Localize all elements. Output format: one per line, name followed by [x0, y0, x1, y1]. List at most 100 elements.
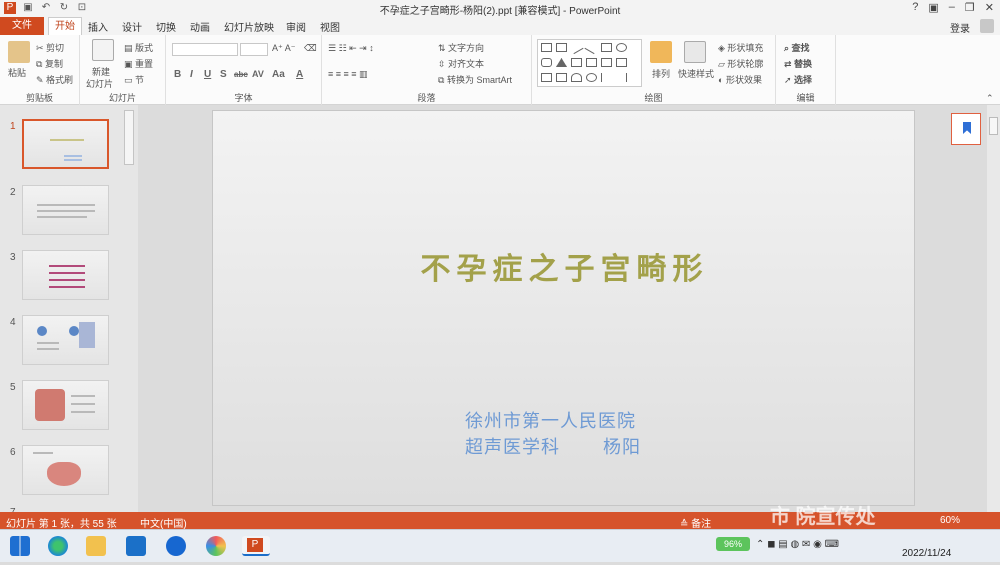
lightning-shape-icon[interactable]	[556, 73, 567, 82]
restore-button[interactable]: ❐	[965, 1, 975, 14]
shadow-button[interactable]: S	[220, 69, 227, 80]
slide-scrollbar-thumb[interactable]	[989, 117, 998, 135]
new-slide-icon[interactable]	[92, 39, 114, 61]
copy-button[interactable]: ⧉ 复制	[36, 57, 63, 70]
smartart-button[interactable]: ⧉ 转换为 SmartArt	[438, 73, 512, 86]
slide-scrollbar[interactable]	[987, 105, 1000, 512]
thumbnail-slide-6[interactable]: 6	[0, 445, 122, 505]
thumbnail-image[interactable]	[22, 380, 109, 430]
tab-view[interactable]: 视图	[320, 19, 340, 34]
arc-shape-icon[interactable]	[571, 73, 582, 82]
avatar[interactable]	[980, 19, 994, 33]
strikethrough-button[interactable]: abc	[234, 70, 248, 79]
help-button[interactable]: ?	[912, 1, 918, 14]
thumbnail-image[interactable]	[22, 445, 109, 495]
close-button[interactable]: ✕	[985, 1, 994, 14]
section-button[interactable]: ▭ 节	[124, 73, 144, 86]
tab-home[interactable]: 开始	[48, 17, 82, 35]
rectangle-shape-icon[interactable]	[601, 43, 612, 52]
right-arrow-shape-icon[interactable]	[601, 58, 612, 67]
mail-icon[interactable]	[126, 536, 146, 556]
underline-button[interactable]: U	[204, 69, 211, 80]
paste-button[interactable]: 粘贴	[8, 66, 26, 79]
triangle-shape-icon[interactable]	[556, 58, 567, 67]
arrange-icon[interactable]	[650, 41, 672, 63]
minimize-button[interactable]: –	[949, 1, 955, 14]
thumbnail-image[interactable]	[22, 185, 109, 235]
thumbnail-slide-4[interactable]: 4	[0, 315, 122, 375]
align-buttons[interactable]: ≡ ≡ ≡ ≡ ▥	[328, 69, 368, 80]
shape-outline-button[interactable]: ▱ 形状轮廓	[718, 57, 763, 70]
powerpoint-taskbar-icon[interactable]: P	[242, 536, 270, 556]
file-explorer-icon[interactable]	[86, 536, 106, 556]
tab-file[interactable]: 文件	[0, 17, 44, 35]
format-painter-button[interactable]: ✎ 格式刷	[36, 73, 73, 86]
font-size-field[interactable]	[240, 43, 268, 56]
cut-button[interactable]: ✂ 剪切	[36, 41, 64, 54]
replace-button[interactable]: ⇄ 替换	[784, 57, 812, 70]
quick-styles-icon[interactable]	[684, 41, 706, 63]
align-text-button[interactable]: ⇳ 对齐文本	[438, 57, 484, 70]
language-status[interactable]: 中文(中国)	[140, 515, 187, 530]
new-slide-button-label[interactable]: 幻灯片	[86, 77, 113, 90]
brace-shape-icon[interactable]	[601, 73, 612, 82]
start-button-icon[interactable]	[10, 536, 30, 556]
edge-browser-icon[interactable]	[48, 536, 68, 556]
photos-icon[interactable]	[206, 536, 226, 556]
thumbnail-slide-1[interactable]: 1	[0, 119, 122, 179]
thumbnail-scrollbar[interactable]	[122, 106, 136, 510]
change-case-button[interactable]: Aa	[272, 69, 285, 80]
connector-shape-icon[interactable]	[571, 58, 582, 67]
bullets-button[interactable]: ☰ ☷ ⇤ ⇥ ↕	[328, 43, 374, 54]
bookmark-button[interactable]	[951, 113, 981, 145]
tab-slideshow[interactable]: 幻灯片放映	[224, 19, 274, 34]
font-color-button[interactable]: A	[296, 69, 303, 80]
thumbnail-scrollbar-thumb[interactable]	[124, 110, 134, 165]
grow-font-button[interactable]: A⁺ A⁻	[272, 43, 296, 54]
arrow-shape-icon[interactable]	[584, 40, 599, 55]
thumbnail-image[interactable]	[22, 315, 109, 365]
oval-shape-icon[interactable]	[616, 43, 627, 52]
app-l-icon[interactable]	[166, 536, 186, 556]
down-arrow-shape-icon[interactable]	[616, 58, 627, 67]
shape-effects-button[interactable]: ◐ 形状效果	[718, 73, 762, 86]
clear-format-button[interactable]: ⌫	[304, 43, 317, 54]
tab-insert[interactable]: 插入	[88, 19, 108, 34]
slide-subtitle-hospital[interactable]: 徐州市第一人民医院	[465, 407, 636, 433]
tab-transitions[interactable]: 切换	[156, 19, 176, 34]
find-button[interactable]: ⌕ 查找	[784, 41, 810, 54]
tray-icons[interactable]: ⌃ ◼ ▤ ◍ ✉ ◉ ⌨	[756, 539, 839, 550]
vertical-textbox-shape-icon[interactable]	[556, 43, 567, 52]
right-brace-shape-icon[interactable]	[616, 73, 627, 82]
notes-button[interactable]: ≙ 备注	[680, 515, 711, 530]
layout-button[interactable]: ▤ 版式	[124, 41, 153, 54]
thumbnail-slide-5[interactable]: 5	[0, 380, 122, 440]
text-direction-button[interactable]: ⇅ 文字方向	[438, 41, 484, 54]
login-link[interactable]: 登录	[950, 20, 970, 35]
pentagon-shape-icon[interactable]	[541, 73, 552, 82]
shape-fill-button[interactable]: ◈ 形状填充	[718, 41, 763, 54]
curve-shape-icon[interactable]	[586, 73, 597, 82]
slide-subtitle-author[interactable]: 杨阳	[603, 433, 641, 459]
shapes-gallery[interactable]	[537, 39, 642, 87]
elbow-shape-icon[interactable]	[586, 58, 597, 67]
paste-icon[interactable]	[8, 41, 30, 63]
arrange-button[interactable]: 排列	[652, 67, 670, 80]
zoom-level[interactable]: 60%	[940, 515, 960, 526]
slide-subtitle-department[interactable]: 超声医学科	[465, 433, 560, 459]
char-spacing-button[interactable]: AV	[252, 69, 264, 79]
line-shape-icon[interactable]	[569, 40, 584, 55]
slide-title[interactable]: 不孕症之子宫畸形	[213, 244, 916, 288]
battery-indicator[interactable]: 96%	[716, 537, 750, 551]
ribbon-display-button[interactable]: ▣	[928, 1, 938, 14]
collapse-ribbon-icon[interactable]: ⌃	[986, 93, 994, 104]
thumbnail-image[interactable]	[22, 250, 109, 300]
font-name-field[interactable]	[172, 43, 238, 56]
thumbnail-slide-3[interactable]: 3	[0, 250, 122, 310]
quick-styles-button[interactable]: 快速样式	[678, 67, 714, 80]
thumbnail-slide-2[interactable]: 2	[0, 185, 122, 245]
tab-review[interactable]: 审阅	[286, 19, 306, 34]
slide-canvas[interactable]: 不孕症之子宫畸形 徐州市第一人民医院 超声医学科 杨阳	[212, 110, 915, 506]
taskbar-date[interactable]: 2022/11/24	[902, 548, 951, 559]
bold-button[interactable]: B	[174, 69, 181, 80]
